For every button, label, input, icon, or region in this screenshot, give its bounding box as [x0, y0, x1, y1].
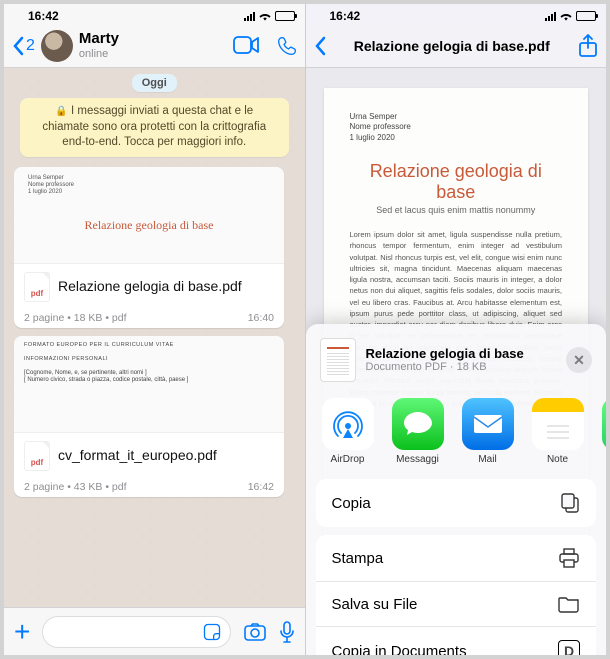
notes-icon — [532, 398, 584, 450]
share-thumbnail — [320, 338, 356, 382]
chat-body[interactable]: Oggi 🔒 I messaggi inviati a questa chat … — [4, 68, 305, 607]
pdf-icon: pdf — [24, 272, 50, 302]
sticker-icon[interactable] — [202, 622, 222, 642]
action-copy-to-documents[interactable]: Copia in Documents D — [316, 627, 597, 655]
message-time: 16:42 — [248, 481, 274, 493]
document-meta: 2 pagine • 18 KB • pdf — [24, 312, 127, 324]
document-preview: FORMATO EUROPEO PER IL CURRICULUM VITAE … — [14, 336, 284, 432]
message-time: 16:40 — [248, 312, 274, 324]
wifi-icon — [258, 11, 272, 21]
video-call-button[interactable] — [233, 36, 259, 54]
share-app-more[interactable] — [600, 398, 607, 465]
share-actions-group-2: Stampa Salva su File Copia in Documents … — [316, 535, 597, 655]
mail-icon — [462, 398, 514, 450]
documents-app-icon: D — [558, 640, 580, 655]
cellular-icon — [244, 11, 255, 21]
pdf-icon: pdf — [24, 441, 50, 471]
voice-call-button[interactable] — [277, 36, 297, 56]
lock-icon: 🔒 — [55, 106, 67, 117]
document-message-1[interactable]: Urna Semper Nome professore 1 luglio 202… — [14, 167, 284, 328]
status-indicators — [244, 11, 295, 21]
share-app-row[interactable]: AirDrop Messaggi Mail Note — [306, 394, 607, 471]
back-button[interactable] — [314, 36, 326, 56]
chat-nav-bar: 2 Marty online — [4, 24, 305, 68]
share-app-notes[interactable]: Note — [530, 398, 586, 465]
share-subtitle: Documento PDF · 18 KB — [366, 361, 557, 374]
cellular-icon — [545, 11, 556, 21]
printer-icon — [558, 548, 580, 568]
wifi-icon — [559, 11, 573, 21]
status-time: 16:42 — [28, 9, 59, 23]
document-meta: 2 pagine • 43 KB • pdf — [24, 481, 127, 493]
status-indicators — [545, 11, 596, 21]
action-copy[interactable]: Copia — [316, 479, 597, 527]
viewer-title: Relazione gelogia di base.pdf — [332, 38, 573, 54]
camera-button[interactable] — [243, 622, 267, 642]
attach-button[interactable]: + — [14, 616, 30, 648]
share-app-mail[interactable]: Mail — [460, 398, 516, 465]
encryption-notice[interactable]: 🔒 I messaggi inviati a questa chat e le … — [20, 98, 289, 157]
contact-avatar[interactable] — [41, 30, 73, 62]
battery-icon — [576, 11, 596, 21]
document-message-2[interactable]: FORMATO EUROPEO PER IL CURRICULUM VITAE … — [14, 336, 284, 497]
message-composer: + — [4, 607, 305, 655]
share-button[interactable] — [578, 34, 598, 58]
status-bar: 16:42 — [306, 4, 607, 24]
action-save-to-files[interactable]: Salva su File — [316, 582, 597, 627]
chevron-left-icon — [314, 36, 326, 56]
status-time: 16:42 — [330, 9, 361, 23]
copy-icon — [560, 492, 580, 514]
message-input[interactable] — [42, 616, 230, 648]
share-sheet: Relazione gelogia di base Documento PDF … — [306, 324, 607, 655]
share-close-button[interactable]: ✕ — [566, 347, 592, 373]
share-app-messages[interactable]: Messaggi — [390, 398, 446, 465]
document-preview: Urna Semper Nome professore 1 luglio 202… — [14, 167, 284, 263]
back-count: 2 — [26, 37, 35, 55]
viewer-nav-bar: Relazione gelogia di base.pdf — [306, 24, 607, 68]
status-bar: 16:42 — [4, 4, 305, 24]
airdrop-icon — [322, 398, 374, 450]
document-viewer-screen: 16:42 Relazione gelogia di base.pdf Urna… — [306, 4, 607, 655]
messages-icon — [392, 398, 444, 450]
document-filename: cv_format_it_europeo.pdf — [58, 447, 274, 464]
whatsapp-icon — [602, 398, 607, 450]
whatsapp-chat-screen: 16:42 2 Marty online Oggi — [4, 4, 306, 655]
microphone-button[interactable] — [279, 621, 295, 643]
contact-name: Marty — [79, 31, 227, 48]
contact-info[interactable]: Marty online — [79, 31, 227, 60]
chevron-left-icon — [12, 36, 24, 56]
share-actions-group-1: Copia — [316, 479, 597, 527]
date-chip: Oggi — [132, 74, 177, 92]
contact-status: online — [79, 48, 227, 60]
battery-icon — [275, 11, 295, 21]
folder-icon — [558, 595, 580, 613]
share-app-airdrop[interactable]: AirDrop — [320, 398, 376, 465]
share-title: Relazione gelogia di base — [366, 346, 557, 362]
document-filename: Relazione gelogia di base.pdf — [58, 278, 274, 295]
action-print[interactable]: Stampa — [316, 535, 597, 582]
back-button[interactable]: 2 — [12, 36, 35, 56]
